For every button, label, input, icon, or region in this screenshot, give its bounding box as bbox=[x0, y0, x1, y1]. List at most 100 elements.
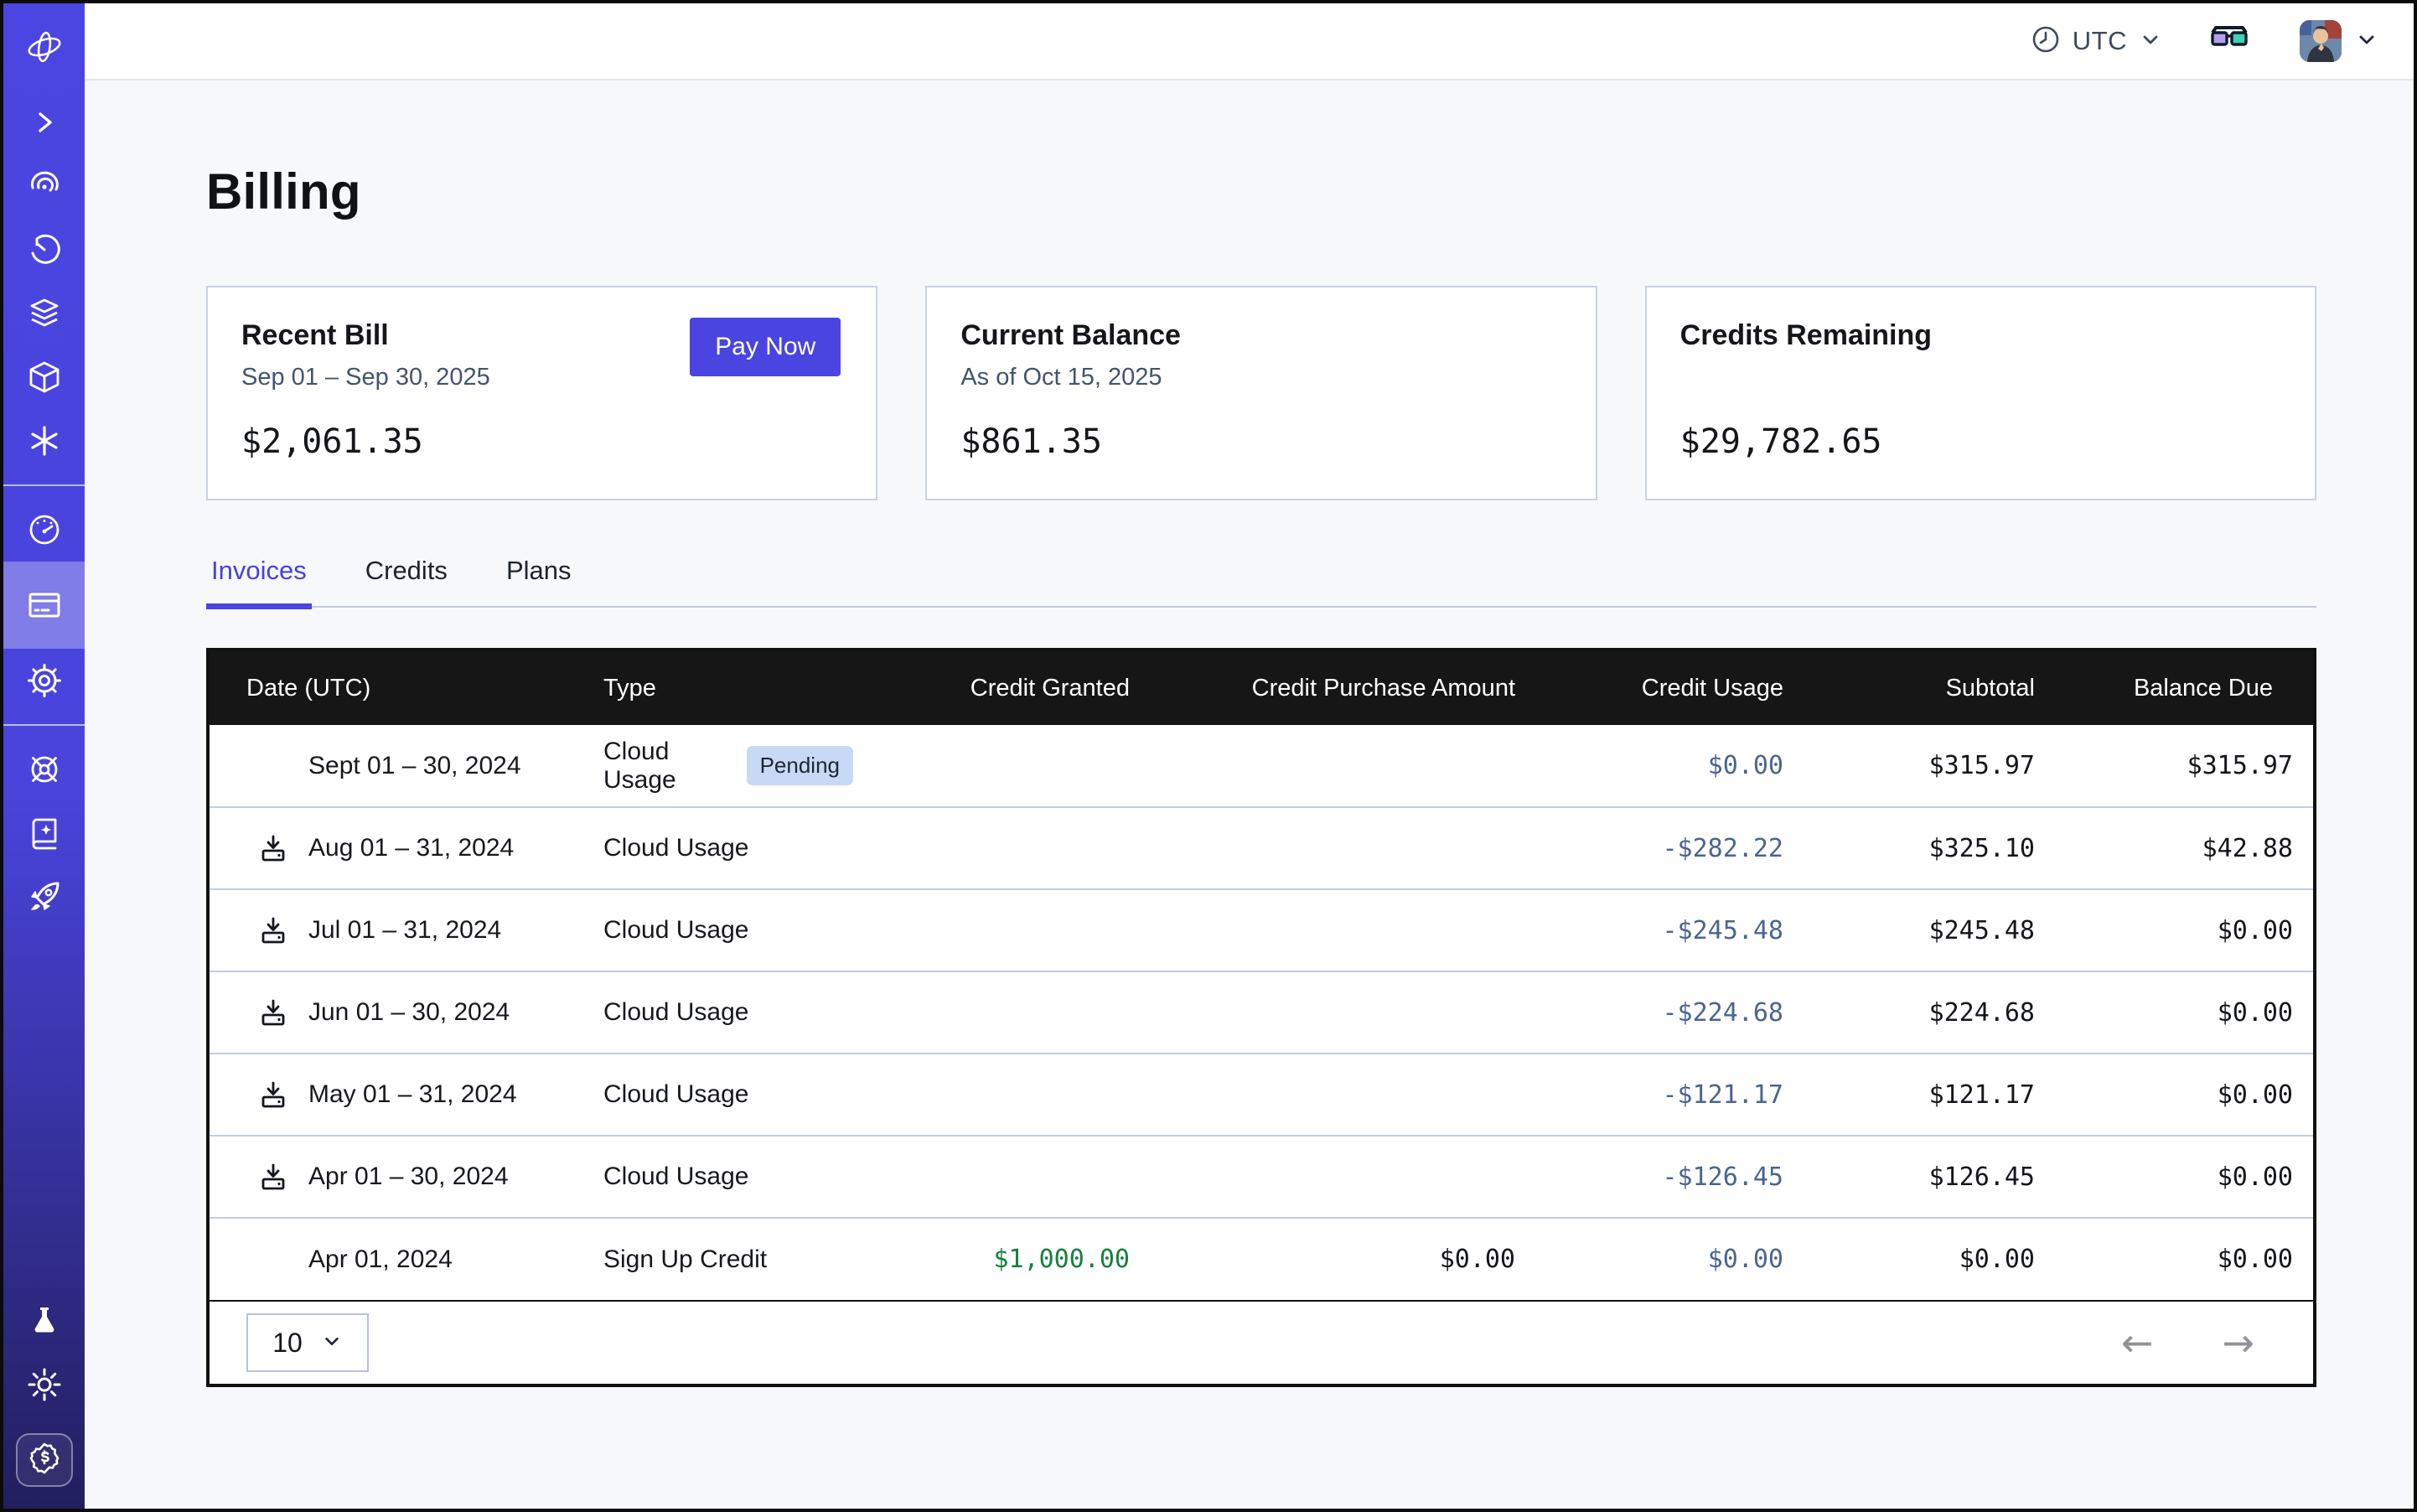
tab-credits[interactable]: Credits bbox=[360, 556, 453, 606]
balance-due-value: $315.97 bbox=[2055, 725, 2313, 807]
sidebar-item-layers[interactable] bbox=[3, 282, 85, 345]
status-badge: Pending bbox=[747, 746, 853, 785]
sidebar-item-launch[interactable] bbox=[3, 865, 85, 929]
sidebar-item-theme-toggle[interactable] bbox=[27, 1353, 62, 1416]
table-row[interactable]: Apr 01, 2024 Sign Up Credit $1,000.00 $0… bbox=[210, 1218, 2313, 1300]
sidebar-item-expand[interactable] bbox=[3, 91, 85, 154]
invoices-table: Date (UTC) Type Credit Granted Credit Pu… bbox=[210, 651, 2313, 1300]
invoice-type: Sign Up Credit bbox=[603, 1245, 767, 1274]
credit-purchase-value bbox=[1150, 807, 1535, 889]
page-size-select[interactable]: 10 bbox=[246, 1313, 369, 1372]
next-page-button[interactable]: → bbox=[2215, 1317, 2261, 1369]
topbar: UTC bbox=[85, 3, 2414, 80]
subtotal-value: $325.10 bbox=[1804, 807, 2055, 889]
table-row[interactable]: Apr 01 – 30, 2024 Cloud Usage -$126.45 $… bbox=[210, 1136, 2313, 1218]
book-sparkle-icon bbox=[27, 816, 62, 851]
sidebar-item-control[interactable] bbox=[3, 738, 85, 801]
invoice-type: Cloud Usage bbox=[603, 834, 748, 862]
tab-plans[interactable]: Plans bbox=[501, 556, 577, 606]
invoice-date: Apr 01 – 30, 2024 bbox=[308, 1162, 509, 1191]
billing-page: Billing Recent Bill Sep 01 – Sep 30, 202… bbox=[85, 82, 2414, 1509]
page-title: Billing bbox=[206, 163, 2316, 220]
credit-purchase-value bbox=[1150, 1136, 1535, 1218]
card-as-of-date: As of Oct 15, 2025 bbox=[960, 364, 1561, 397]
summary-cards: Recent Bill Sep 01 – Sep 30, 2025 $2,061… bbox=[206, 286, 2316, 500]
invoices-table-container: Date (UTC) Type Credit Granted Credit Pu… bbox=[206, 648, 2316, 1387]
table-row[interactable]: Aug 01 – 31, 2024 Cloud Usage -$282.22 $… bbox=[210, 807, 2313, 889]
sidebar-item-labs[interactable] bbox=[28, 1289, 61, 1353]
invoice-date: Aug 01 – 31, 2024 bbox=[308, 834, 514, 862]
asterisk-icon bbox=[28, 424, 61, 458]
sidebar-item-containers[interactable] bbox=[3, 345, 85, 409]
sidebar-item-docs[interactable] bbox=[3, 801, 85, 865]
credit-granted-value: $1,000.00 bbox=[873, 1218, 1150, 1300]
page-size-value: 10 bbox=[272, 1328, 303, 1359]
recent-bill-amount: $2,061.35 bbox=[241, 422, 842, 461]
card-title: Credits Remaining bbox=[1680, 319, 2281, 352]
flask-icon bbox=[28, 1304, 61, 1338]
table-row[interactable]: Jul 01 – 31, 2024 Cloud Usage -$245.48 $… bbox=[210, 889, 2313, 971]
table-row[interactable]: Jun 01 – 30, 2024 Cloud Usage -$224.68 $… bbox=[210, 971, 2313, 1054]
balance-due-value: $0.00 bbox=[2055, 1136, 2313, 1218]
balance-due-value: $0.00 bbox=[2055, 1054, 2313, 1136]
subtotal-value: $0.00 bbox=[1804, 1218, 2055, 1300]
chevron-down-icon bbox=[2355, 28, 2378, 55]
sidebar-item-services[interactable] bbox=[3, 409, 85, 473]
download-invoice-button[interactable] bbox=[256, 1078, 290, 1111]
credit-purchase-value: $0.00 bbox=[1150, 1218, 1535, 1300]
view-mode-button[interactable] bbox=[2209, 24, 2249, 59]
credit-usage-value: $0.00 bbox=[1535, 1218, 1804, 1300]
table-row[interactable]: May 01 – 31, 2024 Cloud Usage -$121.17 $… bbox=[210, 1054, 2313, 1136]
dollar-badge-icon bbox=[28, 1442, 61, 1479]
credit-usage-value: $0.00 bbox=[1535, 725, 1804, 807]
layers-icon bbox=[27, 296, 62, 331]
credits-remaining-amount: $29,782.65 bbox=[1680, 422, 2281, 461]
sidebar-item-settings[interactable] bbox=[3, 649, 85, 712]
invoice-type: Cloud Usage bbox=[603, 998, 748, 1027]
sidebar-spacer bbox=[3, 929, 85, 1289]
credit-usage-value: -$282.22 bbox=[1535, 807, 1804, 889]
download-invoice-button[interactable] bbox=[256, 914, 290, 947]
sidebar-item-usage[interactable] bbox=[3, 498, 85, 562]
sidebar-item-billing[interactable] bbox=[3, 562, 85, 649]
credits-rewards-button[interactable] bbox=[16, 1433, 73, 1487]
invoice-type: Cloud Usage bbox=[603, 738, 730, 795]
col-type: Type bbox=[583, 651, 873, 725]
previous-page-button[interactable]: ← bbox=[2114, 1317, 2161, 1369]
app-logo[interactable] bbox=[3, 3, 85, 91]
col-subtotal: Subtotal bbox=[1804, 651, 2055, 725]
credit-granted-value bbox=[873, 725, 1150, 807]
download-invoice-button[interactable] bbox=[256, 996, 290, 1029]
table-row[interactable]: Sept 01 – 30, 2024 Cloud Usage Pending $… bbox=[210, 725, 2313, 807]
download-invoice-button[interactable] bbox=[256, 831, 290, 865]
tab-invoices[interactable]: Invoices bbox=[206, 556, 312, 606]
credit-granted-value bbox=[873, 807, 1150, 889]
balance-due-value: $0.00 bbox=[2055, 1218, 2313, 1300]
col-credit-purchase: Credit Purchase Amount bbox=[1150, 651, 1535, 725]
pay-now-button[interactable]: Pay Now bbox=[690, 318, 841, 376]
card-subtitle-empty bbox=[1680, 364, 2281, 397]
current-balance-amount: $861.35 bbox=[960, 422, 1561, 461]
subtotal-value: $315.97 bbox=[1804, 725, 2055, 807]
credit-purchase-value bbox=[1150, 725, 1535, 807]
invoice-date: Jul 01 – 31, 2024 bbox=[308, 916, 501, 945]
sidebar-item-sessions[interactable] bbox=[3, 154, 85, 218]
invoice-type: Cloud Usage bbox=[603, 1080, 748, 1109]
table-header-row: Date (UTC) Type Credit Granted Credit Pu… bbox=[210, 651, 2313, 725]
invoice-type: Cloud Usage bbox=[603, 1162, 748, 1191]
sun-icon bbox=[27, 1367, 62, 1402]
timezone-label: UTC bbox=[2073, 26, 2127, 56]
credit-usage-value: -$224.68 bbox=[1535, 971, 1804, 1054]
subtotal-value: $224.68 bbox=[1804, 971, 2055, 1054]
sidebar-item-timers[interactable] bbox=[3, 218, 85, 282]
download-invoice-button[interactable] bbox=[256, 1160, 290, 1194]
invoice-date: May 01 – 31, 2024 bbox=[308, 1080, 517, 1109]
account-menu[interactable] bbox=[2300, 20, 2378, 62]
invoice-date: Sept 01 – 30, 2024 bbox=[308, 752, 521, 780]
timezone-picker[interactable]: UTC bbox=[2031, 24, 2162, 59]
sidebar-divider bbox=[3, 484, 85, 486]
chevron-right-icon bbox=[32, 110, 57, 135]
helm-wheel-icon bbox=[27, 752, 62, 787]
sidebar-divider bbox=[3, 724, 85, 726]
credit-card-icon bbox=[26, 587, 63, 624]
